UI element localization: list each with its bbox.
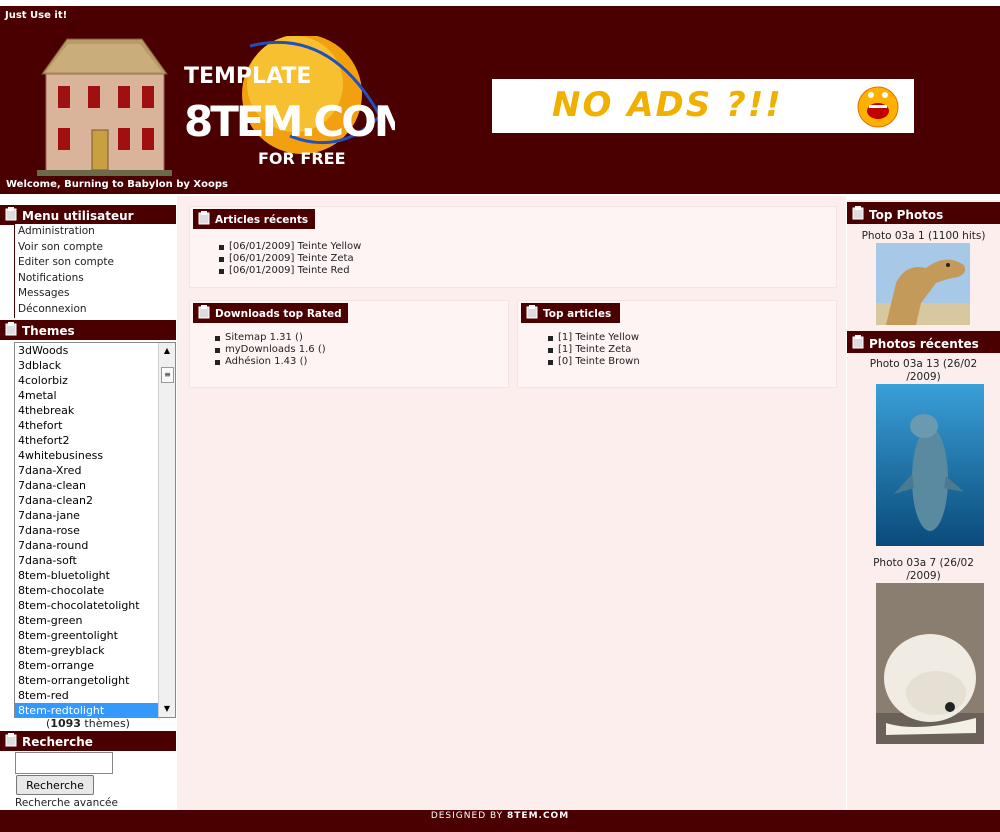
recent-photos-title: Photos récentes (847, 331, 1000, 353)
theme-option[interactable]: 8tem-bluetolight (15, 568, 175, 583)
block-icon (5, 733, 17, 747)
theme-option[interactable]: 7dana-rose (15, 523, 175, 538)
themes-scrollbar[interactable]: ▲ ≡ ▼ (158, 343, 175, 717)
ad-text: NO ADS ?!! (552, 85, 783, 125)
theme-option[interactable]: 4colorbiz (15, 373, 175, 388)
menu-item-deconnexion[interactable]: Déconnexion (15, 302, 177, 318)
top-articles-block: Top articles [1] Teinte Yellow [1] Teint… (517, 300, 837, 388)
site-title: Just Use it! (5, 10, 68, 21)
search-input[interactable] (15, 752, 113, 774)
scroll-up-icon[interactable]: ▲ (161, 345, 173, 357)
logo-line-3: FOR FREE (258, 149, 346, 168)
theme-option[interactable]: 7dana-round (15, 538, 175, 553)
theme-option[interactable]: 8tem-orrange (15, 658, 175, 673)
block-icon (526, 305, 538, 319)
polar-bear-photo[interactable] (876, 583, 984, 744)
recent-articles-title: Articles récents (193, 209, 315, 229)
theme-option[interactable]: 8tem-greentolight (15, 628, 175, 643)
recent-article-link[interactable]: [06/01/2009] Teinte Yellow (217, 241, 361, 253)
top-article-link[interactable]: [1] Teinte Yellow (546, 332, 640, 344)
footer: DESIGNED BY 8TEM.COM (0, 810, 1000, 832)
top-articles-title: Top articles (521, 303, 620, 323)
recent-photo-caption: Photo 03a 7 (26/02 /2009) (873, 557, 974, 582)
themes-title: Themes (0, 320, 176, 340)
recent-photo-caption: Photo 03a 13 (26/02 /2009) (869, 358, 978, 383)
theme-option[interactable]: 4metal (15, 388, 175, 403)
theme-option[interactable]: 4thebreak (15, 403, 175, 418)
menu-item-editer-compte[interactable]: Editer son compte (15, 255, 177, 271)
download-link[interactable]: Adhésion 1.43 () (213, 356, 326, 368)
block-icon (852, 335, 864, 349)
menu-item-administration[interactable]: Administration (15, 224, 177, 240)
downloads-list: Sitemap 1.31 () myDownloads 1.6 () Adhés… (213, 332, 326, 368)
block-icon (852, 206, 864, 220)
recent-articles-list: [06/01/2009] Teinte Yellow [06/01/2009] … (217, 241, 361, 277)
house-image (37, 38, 172, 176)
theme-option[interactable]: 7dana-clean2 (15, 493, 175, 508)
top-article-link[interactable]: [1] Teinte Zeta (546, 344, 640, 356)
menu-item-voir-compte[interactable]: Voir son compte (15, 240, 177, 256)
recent-articles-block: Articles récents [06/01/2009] Teinte Yel… (189, 206, 837, 288)
advanced-search-link[interactable]: Recherche avancée (15, 797, 118, 809)
main-content: Articles récents [06/01/2009] Teinte Yel… (177, 196, 846, 810)
theme-option[interactable]: 3dblack (15, 358, 175, 373)
logo-line-2: 8TEM.COM (184, 97, 395, 146)
recent-article-link[interactable]: [06/01/2009] Teinte Red (217, 265, 361, 277)
block-icon (5, 322, 17, 336)
scroll-down-icon[interactable]: ▼ (161, 703, 173, 715)
scroll-thumb[interactable]: ≡ (161, 367, 174, 383)
download-link[interactable]: Sitemap 1.31 () (213, 332, 326, 344)
download-link[interactable]: myDownloads 1.6 () (213, 344, 326, 356)
theme-option[interactable]: 3dWoods (15, 343, 175, 358)
smiley-icon (857, 86, 899, 128)
themes-select[interactable]: 3dWoods 3dblack 4colorbiz 4metal 4thebreak 4t… (14, 342, 176, 718)
header: Just Use it! TEMPLATE 8TEM.COM FOR FREE (0, 6, 1000, 194)
theme-option[interactable]: 4thefort (15, 418, 175, 433)
logo-line-1: TEMPLATE (184, 64, 311, 89)
theme-option[interactable]: 7dana-soft (15, 553, 175, 568)
dolphin-photo[interactable] (876, 384, 984, 546)
menu-item-messages[interactable]: Messages (15, 286, 177, 302)
top-photo-caption: Photo 03a 1 (1100 hits) (861, 230, 986, 242)
welcome-text: Welcome, Burning to Babylon by Xoops (6, 179, 228, 190)
theme-option[interactable]: 8tem-chocolate (15, 583, 175, 598)
themes-options: 3dWoods 3dblack 4colorbiz 4metal 4thebreak 4t… (15, 343, 175, 717)
menu-item-notifications[interactable]: Notifications (15, 271, 177, 287)
theme-option[interactable]: 7dana-jane (15, 508, 175, 523)
top-articles-list: [1] Teinte Yellow [1] Teinte Zeta [0] Te… (546, 332, 640, 368)
top-photos-title: Top Photos (847, 202, 1000, 224)
theme-option[interactable]: 4thefort2 (15, 433, 175, 448)
ad-banner[interactable]: NO ADS ?!! (492, 79, 914, 133)
user-menu: Administration Voir son compte Editer so… (14, 224, 177, 318)
recent-article-link[interactable]: [06/01/2009] Teinte Zeta (217, 253, 361, 265)
theme-option[interactable]: 8tem-red (15, 688, 175, 703)
theme-option[interactable]: 8tem-greyblack (15, 643, 175, 658)
theme-count: (1093 thèmes) (46, 717, 130, 730)
right-column: Top Photos Photo 03a 1 (1100 hits) Photo… (847, 200, 1000, 814)
page: Just Use it! TEMPLATE 8TEM.COM FOR FREE (0, 0, 1000, 832)
theme-option[interactable]: 8tem-orrangetolight (15, 673, 175, 688)
block-icon (198, 305, 210, 319)
camel-photo[interactable] (876, 243, 970, 325)
search-button[interactable]: Recherche (16, 775, 94, 795)
search-title: Recherche (0, 731, 176, 751)
user-menu-title: Menu utilisateur (0, 205, 176, 225)
footer-brand-link[interactable]: 8TEM.COM (507, 811, 569, 821)
downloads-block: Downloads top Rated Sitemap 1.31 () myDo… (189, 300, 509, 388)
theme-option[interactable]: 4whitebusiness (15, 448, 175, 463)
block-icon (198, 211, 210, 225)
logo: TEMPLATE 8TEM.COM FOR FREE (184, 36, 395, 168)
block-icon (5, 207, 17, 221)
theme-option[interactable]: 7dana-clean (15, 478, 175, 493)
theme-count-number: 1093 (50, 717, 81, 730)
theme-option[interactable]: 8tem-green (15, 613, 175, 628)
theme-option[interactable]: 8tem-chocolatetolight (15, 598, 175, 613)
theme-option[interactable]: 7dana-Xred (15, 463, 175, 478)
top-article-link[interactable]: [0] Teinte Brown (546, 356, 640, 368)
theme-option[interactable]: 8tem-redtolight (15, 703, 175, 717)
downloads-title: Downloads top Rated (193, 303, 348, 323)
